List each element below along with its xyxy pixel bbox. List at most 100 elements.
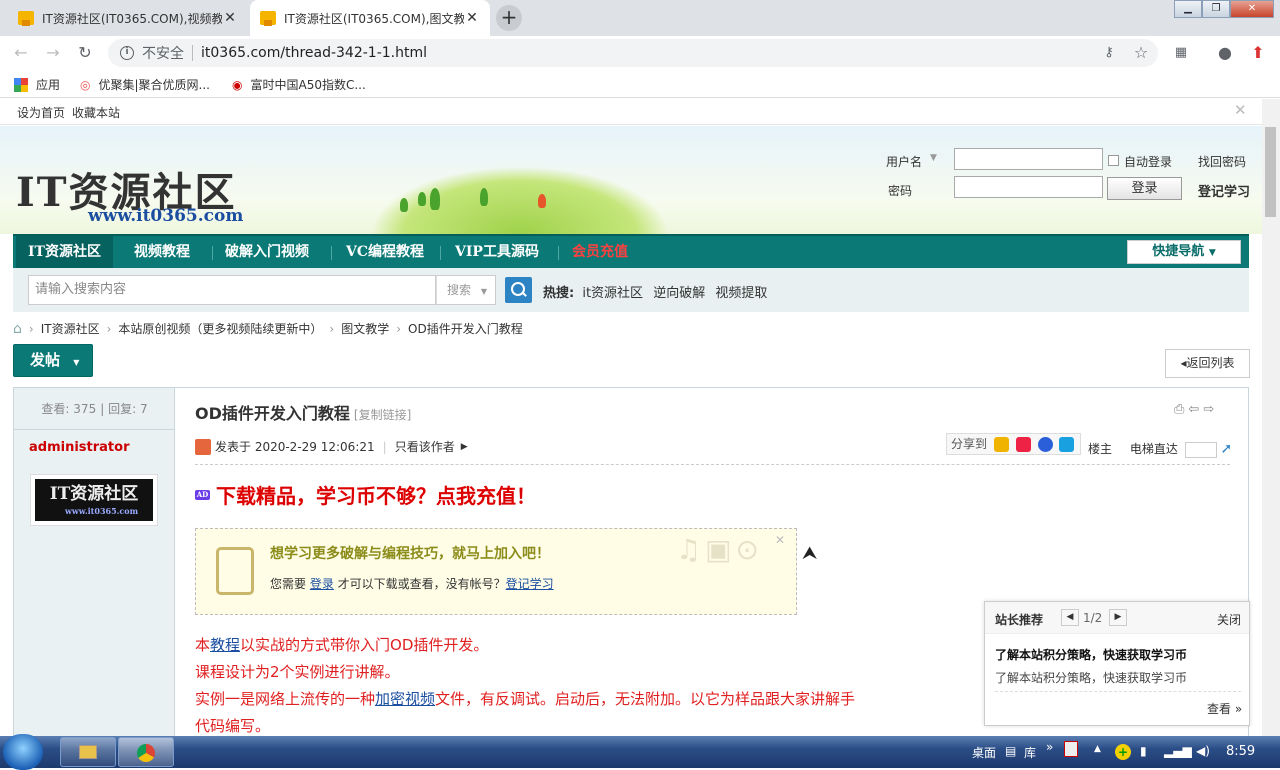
minimize-button[interactable]: ▁: [1174, 0, 1202, 18]
baidu-paw-icon[interactable]: [1037, 437, 1053, 452]
recharge-promo[interactable]: AD 下载精品，学习币不够？点我充值！: [195, 480, 536, 509]
print-icon[interactable]: ⎙: [1174, 402, 1188, 417]
desktop-toolbar[interactable]: 桌面: [972, 744, 996, 761]
qzone-icon[interactable]: [993, 437, 1009, 452]
close-tab-icon[interactable]: ✕: [222, 10, 238, 26]
nav-item-crack[interactable]: 破解入门视频: [213, 236, 321, 268]
breadcrumb-item[interactable]: 图文教学: [341, 320, 389, 337]
start-button-icon[interactable]: [3, 734, 43, 770]
page-scrollbar[interactable]: [1262, 99, 1280, 736]
tray-plus-icon[interactable]: +: [1115, 744, 1131, 760]
new-tab-button[interactable]: +: [496, 5, 522, 31]
prev-thread-icon[interactable]: ⇦: [1188, 402, 1203, 417]
back-to-list-button[interactable]: ◂返回列表: [1165, 349, 1250, 378]
popup-item-title[interactable]: 了解本站积分策略，快速获取学习币: [995, 646, 1187, 663]
reload-icon[interactable]: ↻: [74, 42, 96, 64]
explorer-taskbar-icon[interactable]: [60, 737, 116, 767]
power-icon[interactable]: ▮: [1140, 744, 1147, 758]
hot-link[interactable]: 逆向破解: [653, 286, 705, 301]
set-home-link[interactable]: 设为首页: [17, 104, 65, 121]
search-type-select[interactable]: 搜索 ▼: [436, 275, 496, 305]
weibo-share-icon[interactable]: [1015, 437, 1031, 452]
info-icon[interactable]: i: [120, 46, 134, 60]
breadcrumb-item[interactable]: IT资源社区: [41, 320, 100, 337]
popup-close[interactable]: 关闭: [1217, 611, 1241, 628]
quick-nav-button[interactable]: 快捷导航 ▼: [1127, 240, 1241, 264]
tab-video[interactable]: IT资源社区(IT0365.COM),视频教 ✕: [8, 0, 248, 36]
tab-title: IT资源社区(IT0365.COM),视频教: [42, 11, 222, 26]
update-icon[interactable]: ⬆: [1247, 42, 1269, 64]
nav-item-vip[interactable]: VIP工具源码: [443, 236, 551, 268]
collapse-icon[interactable]: ✕: [1234, 101, 1247, 119]
next-icon[interactable]: ▶: [1109, 609, 1127, 626]
bookmark-youjuji[interactable]: ◎ 优聚集|聚合优质网...: [80, 76, 210, 93]
site-header: IT资源社区 www.it0365.com 用户名 ▼ 自动登录 找回密码 密码…: [0, 126, 1262, 234]
close-icon[interactable]: ✕: [775, 533, 785, 547]
bookmark-apps[interactable]: 应用: [14, 76, 60, 93]
breadcrumb-item[interactable]: 本站原创视频（更多视频陆续更新中）: [118, 320, 322, 337]
library-toolbar[interactable]: 库: [1024, 744, 1036, 761]
search-input[interactable]: 请输入搜索内容: [28, 275, 436, 305]
copy-link[interactable]: [复制链接]: [354, 408, 411, 422]
url-text[interactable]: it0365.com/thread-342-1-1.html: [201, 45, 427, 61]
main-nav: IT资源社区 视频教程 破解入门视频 VC编程教程 VIP工具源码 会员充值 快…: [13, 234, 1249, 268]
bookmark-a50[interactable]: ◉ 富时中国A50指数C...: [232, 76, 366, 93]
maximize-button[interactable]: ❐: [1202, 0, 1230, 18]
nav-item-recharge[interactable]: 会员充值: [560, 236, 640, 268]
prev-icon[interactable]: ◀: [1061, 609, 1079, 626]
lock-register-link[interactable]: 登记学习: [506, 577, 554, 591]
register-link[interactable]: 登记学习: [1198, 181, 1250, 200]
chevron-down-icon[interactable]: ▼: [930, 153, 937, 163]
tqq-icon[interactable]: [1059, 437, 1075, 452]
mouse-cursor-icon: ⮝: [802, 543, 818, 564]
clock[interactable]: 8:59: [1226, 744, 1255, 759]
username-input[interactable]: [954, 148, 1103, 170]
volume-icon[interactable]: ◀): [1196, 744, 1210, 758]
login-button[interactable]: 登录: [1107, 177, 1182, 200]
scrollbar-thumb[interactable]: [1265, 127, 1276, 217]
nav-item-vc[interactable]: VC编程教程: [334, 236, 436, 268]
popup-more-link[interactable]: 查看 »: [1207, 700, 1242, 717]
search-icon[interactable]: [505, 277, 532, 303]
library-icon[interactable]: ▤: [1005, 744, 1016, 758]
arrow-right-icon: ▶: [460, 441, 468, 452]
home-icon[interactable]: ⌂: [13, 321, 22, 337]
bookmark-star-icon[interactable]: ☆: [1130, 42, 1152, 64]
only-author-link[interactable]: 只看该作者: [395, 438, 455, 455]
tab-article[interactable]: IT资源社区(IT0365.COM),图文教 ✕: [250, 0, 490, 36]
views-count: 375: [73, 402, 97, 416]
profile-icon[interactable]: ●: [1214, 42, 1236, 64]
expand-toolbar-icon[interactable]: »: [1046, 740, 1053, 754]
forgot-password-link[interactable]: 找回密码: [1198, 153, 1246, 170]
nav-item-video[interactable]: 视频教程: [122, 236, 202, 268]
back-icon[interactable]: ←: [10, 42, 32, 64]
extension-icon[interactable]: ▦: [1170, 42, 1192, 64]
new-post-button[interactable]: 发帖 ▼: [13, 344, 93, 377]
body-link[interactable]: 加密视频: [375, 690, 435, 708]
body-link[interactable]: 教程: [210, 636, 240, 654]
forward-icon[interactable]: →: [42, 42, 64, 64]
tray-app-icon[interactable]: [1064, 741, 1078, 757]
go-icon[interactable]: ➚: [1221, 441, 1233, 457]
key-icon[interactable]: ⚷: [1098, 42, 1120, 64]
chrome-taskbar-icon[interactable]: [118, 737, 174, 767]
nav-item-home[interactable]: IT资源社区: [16, 236, 113, 268]
auto-login-checkbox[interactable]: [1108, 155, 1119, 166]
show-hidden-icons[interactable]: ▲: [1094, 744, 1101, 754]
breadcrumb-item[interactable]: OD插件开发入门教程: [408, 320, 523, 337]
hot-link[interactable]: 视频提取: [715, 286, 767, 301]
floor-number-input[interactable]: [1184, 441, 1217, 458]
avatar[interactable]: www.it0365.com IT资源社区: [30, 474, 158, 526]
password-input[interactable]: [954, 176, 1103, 198]
network-icon[interactable]: ▂▄▆: [1164, 744, 1192, 758]
next-thread-icon[interactable]: ⇨: [1203, 402, 1218, 417]
lock-login-link[interactable]: 登录: [310, 577, 334, 591]
bookmarks-bar: 应用 ◎ 优聚集|聚合优质网... ◉ 富时中国A50指数C...: [0, 70, 1280, 98]
window-close-button[interactable]: ✕: [1230, 0, 1274, 18]
author-name[interactable]: administrator: [29, 440, 129, 455]
quick-nav-label: 快捷导航: [1152, 244, 1205, 259]
hot-link[interactable]: it资源社区: [582, 286, 643, 301]
add-favorite-link[interactable]: 收藏本站: [72, 104, 120, 121]
close-tab-icon[interactable]: ✕: [464, 10, 480, 26]
address-bar[interactable]: i 不安全 it0365.com/thread-342-1-1.html: [108, 39, 1158, 67]
